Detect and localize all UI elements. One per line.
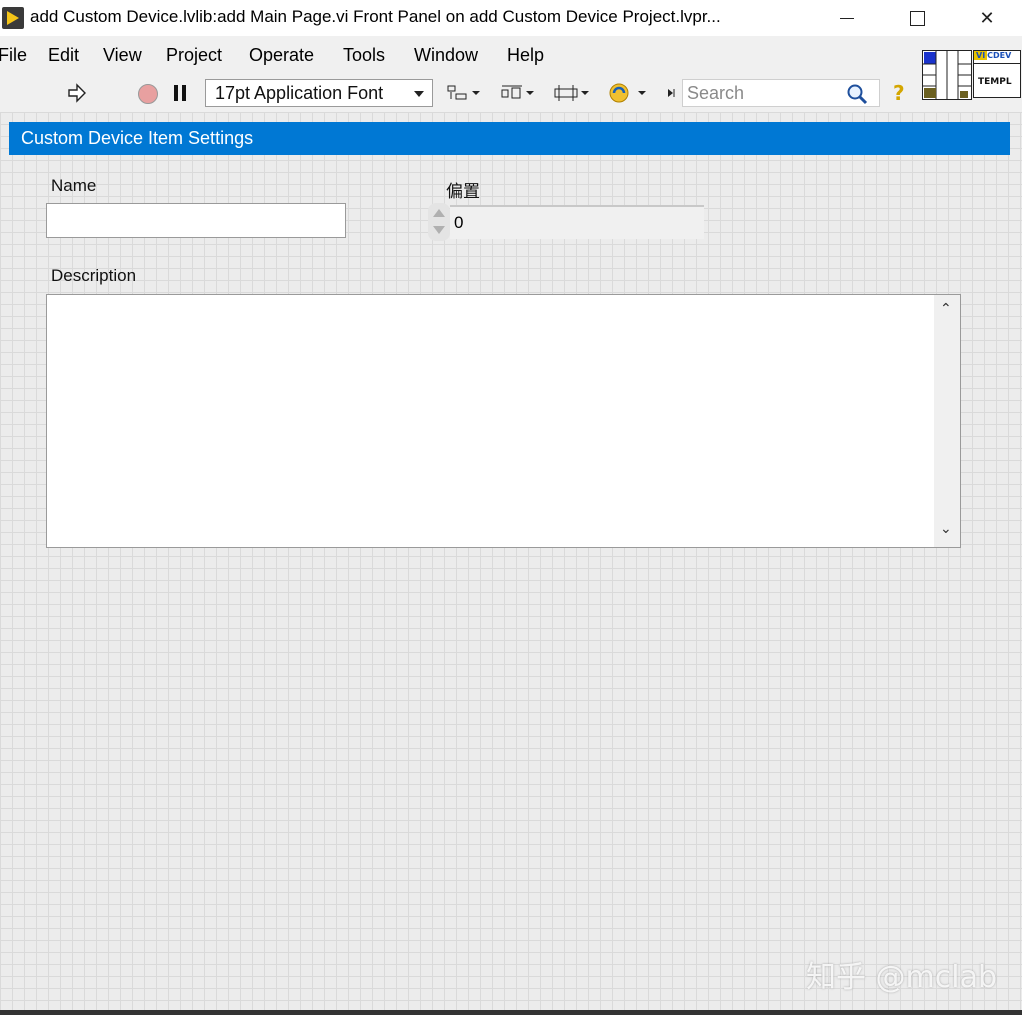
window-title: add Custom Device.lvlib:add Main Page.vi… bbox=[30, 7, 721, 26]
menu-view[interactable]: View bbox=[103, 45, 142, 66]
run-arrow-icon[interactable] bbox=[66, 82, 88, 104]
chevron-down-icon bbox=[414, 91, 424, 97]
reorder-icon[interactable] bbox=[608, 82, 650, 104]
description-label: Description bbox=[51, 266, 137, 285]
close-button[interactable]: ✕ bbox=[964, 0, 1010, 36]
search-placeholder: Search bbox=[687, 83, 745, 103]
connector-pane-grid-icon bbox=[923, 51, 971, 99]
offset-label: 偏置 bbox=[446, 182, 480, 201]
show-context-help-arrow-icon[interactable] bbox=[666, 88, 676, 98]
menu-help[interactable]: Help bbox=[507, 45, 544, 66]
menu-file[interactable]: File bbox=[0, 45, 27, 66]
maximize-icon bbox=[909, 10, 925, 26]
font-select[interactable]: 17pt Application Font bbox=[205, 79, 433, 107]
menu-edit[interactable]: Edit bbox=[48, 45, 79, 66]
front-panel bbox=[0, 112, 1022, 1010]
watermark: 知乎 @mclab bbox=[806, 960, 998, 995]
menu-operate[interactable]: Operate bbox=[249, 45, 314, 66]
search-input[interactable]: Search bbox=[682, 79, 880, 107]
offset-numeric-control[interactable]: 0 bbox=[428, 203, 706, 241]
menu-tools[interactable]: Tools bbox=[343, 45, 385, 66]
vi-icon-label: TEMPL bbox=[978, 77, 1012, 87]
decrement-arrow-icon[interactable] bbox=[433, 226, 445, 234]
help-icon[interactable]: ? bbox=[893, 81, 905, 105]
vi-icon-top-label: CDEV bbox=[987, 51, 1012, 60]
minimize-icon bbox=[840, 17, 854, 19]
resize-objects-icon[interactable] bbox=[553, 83, 593, 103]
menu-bar: File Edit View Project Operate Tools Win… bbox=[0, 36, 922, 75]
toolbar: 17pt Application Font Search ? bbox=[0, 74, 922, 113]
name-label: Name bbox=[51, 176, 97, 195]
distribute-objects-icon[interactable] bbox=[500, 83, 538, 103]
section-header: Custom Device Item Settings bbox=[9, 122, 1010, 155]
vi-icon-banner: VI CDEV bbox=[974, 51, 1020, 64]
offset-increment-decrement[interactable] bbox=[428, 203, 450, 241]
maximize-button[interactable] bbox=[894, 0, 940, 36]
description-textarea[interactable]: ⌃ ⌄ bbox=[46, 294, 961, 548]
font-select-value: 17pt Application Font bbox=[215, 83, 384, 103]
abort-icon[interactable] bbox=[138, 84, 158, 104]
pause-icon[interactable] bbox=[174, 85, 187, 101]
align-objects-icon[interactable] bbox=[446, 83, 484, 103]
bottom-edge bbox=[0, 1010, 1022, 1015]
connector-pane[interactable] bbox=[922, 50, 972, 100]
name-field[interactable] bbox=[46, 203, 346, 238]
minimize-button[interactable] bbox=[824, 0, 870, 36]
description-scrollbar[interactable]: ⌃ ⌄ bbox=[934, 295, 960, 547]
labview-app-icon bbox=[2, 7, 24, 29]
increment-arrow-icon[interactable] bbox=[433, 209, 445, 217]
close-icon: ✕ bbox=[979, 7, 995, 29]
vi-icon[interactable]: VI CDEV TEMPL bbox=[973, 50, 1021, 98]
menu-project[interactable]: Project bbox=[166, 45, 222, 66]
scroll-up-icon[interactable]: ⌃ bbox=[940, 301, 952, 317]
title-bar: add Custom Device.lvlib:add Main Page.vi… bbox=[0, 0, 1022, 36]
offset-value-field[interactable]: 0 bbox=[450, 205, 704, 239]
search-icon[interactable] bbox=[845, 83, 869, 105]
scroll-down-icon[interactable]: ⌄ bbox=[940, 521, 952, 537]
menu-window[interactable]: Window bbox=[414, 45, 478, 66]
